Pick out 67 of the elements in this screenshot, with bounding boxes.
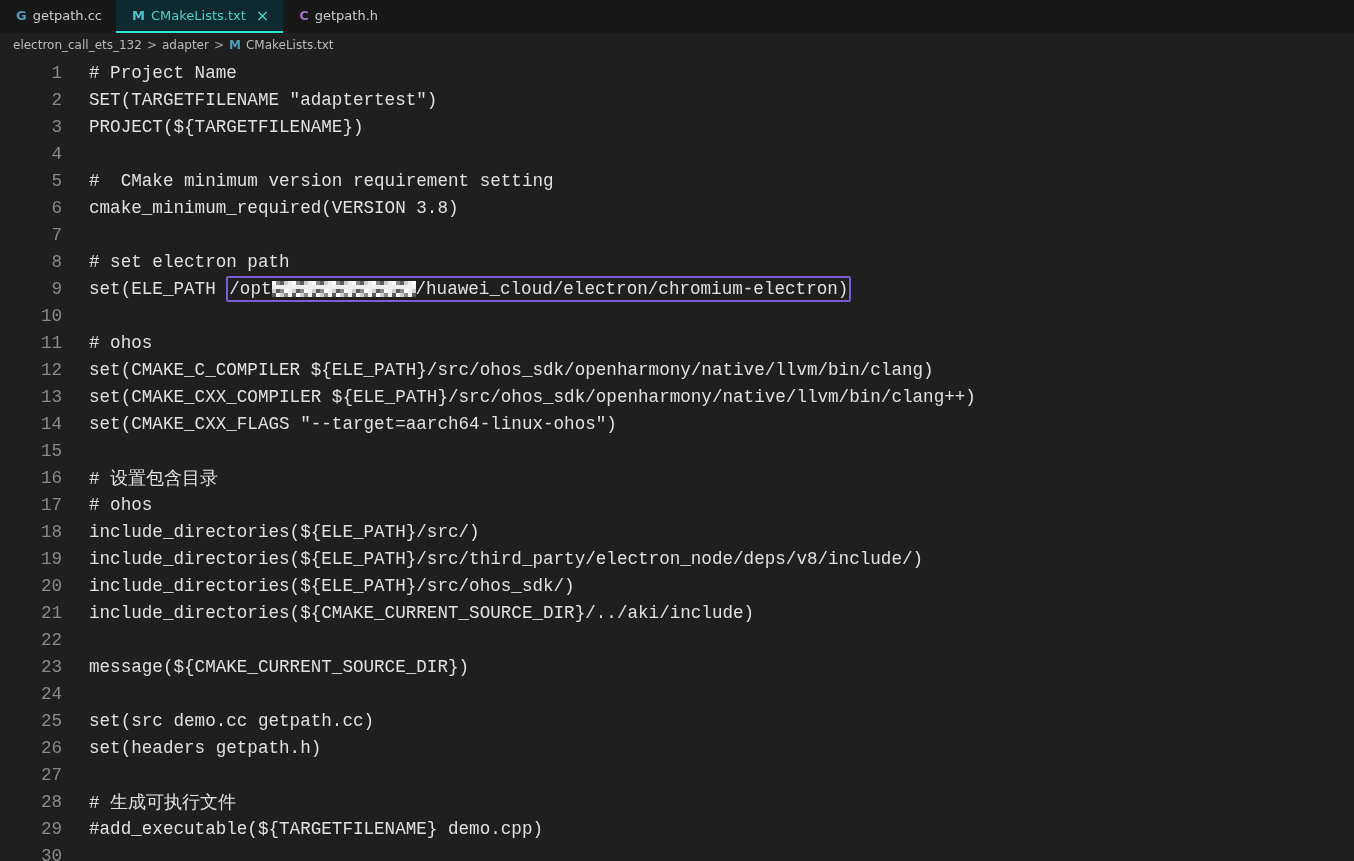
line-number: 22 [39, 629, 62, 650]
breadcrumb-separator: > [213, 38, 224, 52]
line-number: 28 [39, 791, 62, 812]
code-line: include_directories(${ELE_PATH}/src/ohos_sdk/) [89, 575, 575, 596]
line-number: 25 [39, 710, 62, 731]
code-line: # ohos [89, 494, 153, 515]
line-number: 20 [39, 575, 62, 596]
line-number: 14 [39, 413, 62, 434]
code-text: /opt [229, 278, 272, 299]
code-line: # 生成可执行文件 [89, 791, 237, 814]
file-type-icon: M [229, 38, 241, 52]
code-line: # set electron path [89, 251, 290, 272]
code-line: message(${CMAKE_CURRENT_SOURCE_DIR}) [89, 656, 470, 677]
code-line: # 设置包含目录 [89, 467, 219, 490]
code-text: /huawei_cloud/electron/chromium-electron) [415, 278, 849, 299]
line-number: 29 [39, 818, 62, 839]
code-line: set(CMAKE_CXX_COMPILER ${ELE_PATH}/src/ohos_sdk/openharmony/native/llvm/bin/clang++) [89, 386, 976, 407]
line-number: 30 [39, 845, 62, 861]
editor-tab[interactable]: G getpath.cc [0, 0, 116, 33]
code-line: include_directories(${CMAKE_CURRENT_SOURCE_DIR}/../aki/include) [89, 602, 755, 623]
line-number: 6 [50, 197, 62, 218]
line-number: 8 [50, 251, 62, 272]
line-number: 17 [39, 494, 62, 515]
line-number: 9 [50, 278, 62, 299]
line-number: 1 [50, 62, 62, 83]
line-number: 15 [39, 440, 62, 461]
line-number: 2 [50, 89, 62, 110]
line-number: 11 [39, 332, 62, 353]
line-number: 7 [50, 224, 62, 245]
code-line: set(src demo.cc getpath.cc) [89, 710, 375, 731]
line-number: 5 [50, 170, 62, 191]
line-number: 18 [39, 521, 62, 542]
code-line: #add_executable(${TARGETFILENAME} demo.cpp) [89, 818, 543, 839]
line-number: 13 [39, 386, 62, 407]
code-line: set(CMAKE_C_COMPILER ${ELE_PATH}/src/ohos_sdk/openharmony/native/llvm/bin/clang) [89, 359, 934, 380]
close-icon[interactable]: × [255, 6, 270, 25]
editor-tab[interactable]: C getpath.h [283, 0, 393, 33]
file-type-icon: G [16, 8, 27, 23]
line-number: 23 [39, 656, 62, 677]
code-line: set(CMAKE_CXX_FLAGS "--target=aarch64-linux-ohos") [89, 413, 617, 434]
code-line: set(headers getpath.h) [89, 737, 322, 758]
breadcrumb-separator: > [146, 38, 157, 52]
line-number: 19 [39, 548, 62, 569]
line-number: 12 [39, 359, 62, 380]
code-line: # ohos [89, 332, 153, 353]
breadcrumb-item[interactable]: electron_call_ets_132 [13, 38, 142, 52]
line-number: 26 [39, 737, 62, 758]
line-number: 16 [39, 467, 62, 488]
line-number: 4 [50, 143, 62, 164]
line-number: 27 [39, 764, 62, 785]
code-line: PROJECT(${TARGETFILENAME}) [89, 116, 364, 137]
code-line: cmake_minimum_required(VERSION 3.8) [89, 197, 459, 218]
code-line: # Project Name [89, 62, 237, 83]
code-line: # CMake minimum version requirement setting [89, 170, 554, 191]
line-number: 24 [39, 683, 62, 704]
code-line: include_directories(${ELE_PATH}/src/) [89, 521, 480, 542]
file-type-icon: C [299, 8, 309, 23]
file-type-icon: M [132, 8, 145, 23]
breadcrumb-item[interactable]: adapter [161, 38, 209, 52]
code-line: include_directories(${ELE_PATH}/src/third_party/electron_node/deps/v8/include/) [89, 548, 924, 569]
line-number: 21 [39, 602, 62, 623]
breadcrumb-item[interactable]: CMakeLists.txt [245, 38, 334, 52]
line-number: 10 [39, 305, 62, 326]
code-text: set(ELE_PATH [89, 278, 217, 299]
code-line: SET(TARGETFILENAME "adaptertest") [89, 89, 438, 110]
line-number: 3 [50, 116, 62, 137]
editor-tab[interactable]: M CMakeLists.txt × [116, 0, 284, 33]
